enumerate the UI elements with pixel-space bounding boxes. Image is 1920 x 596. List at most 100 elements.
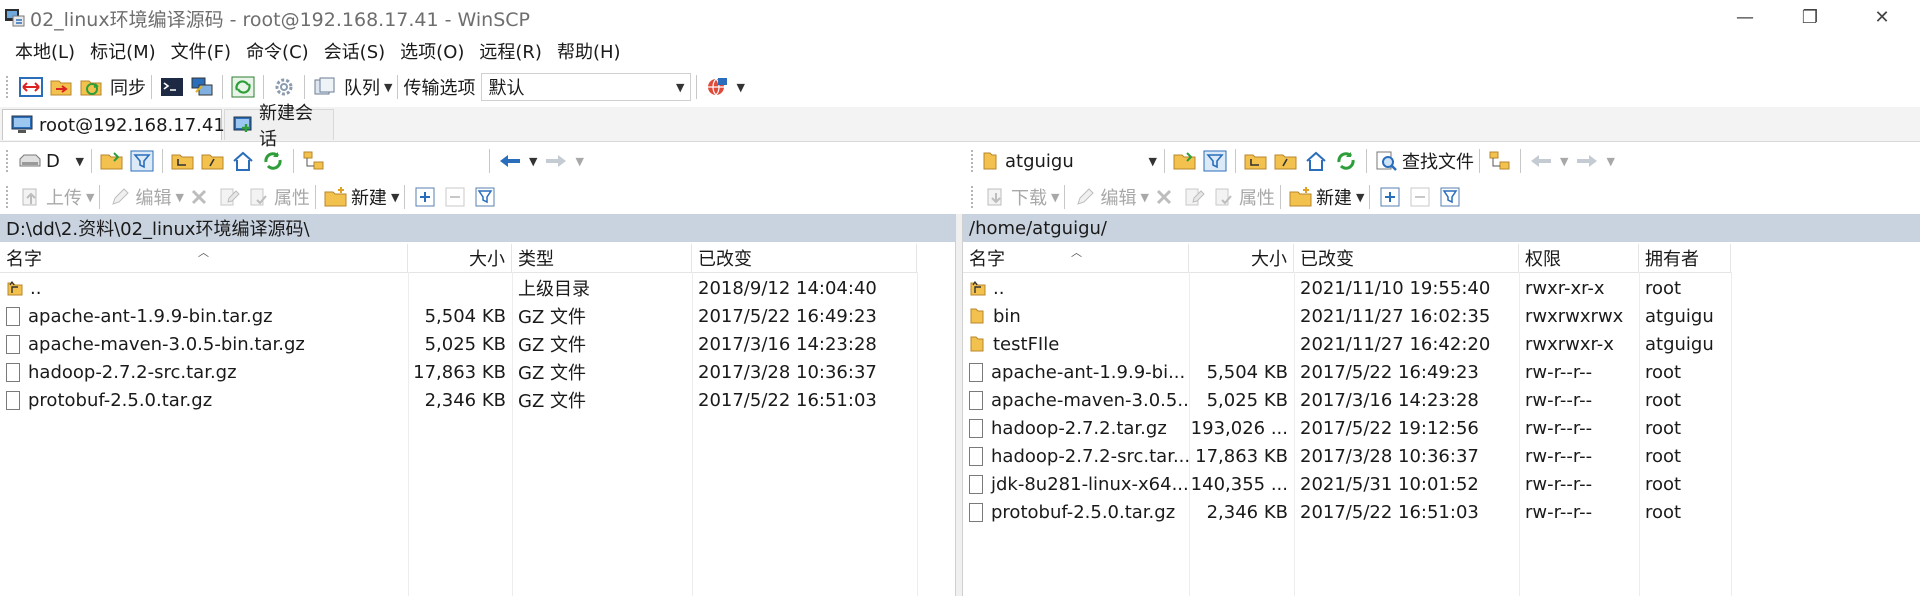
menu-help[interactable]: 帮助(H)	[547, 38, 626, 64]
table-row[interactable]: .. 2021/11/10 19:55:40 rwxr-xr-x root	[963, 274, 1731, 302]
column-header-modified[interactable]: 已改变	[692, 244, 917, 272]
upload-icon[interactable]	[18, 184, 44, 210]
minimize-button[interactable]: —	[1715, 0, 1775, 34]
table-row[interactable]: bin 2021/11/27 16:02:35 rwxrwxrwx atguigu	[963, 302, 1731, 330]
forward-dropdown-caret-icon[interactable]: ▼	[575, 155, 583, 168]
putty-icon[interactable]	[189, 74, 215, 100]
table-row[interactable]: jdk-8u281-linux-x64... 140,355 ... 2021/5/…	[963, 470, 1731, 498]
column-header-type[interactable]: 类型	[512, 244, 692, 272]
remote-folder-select[interactable]: atguigu ▼	[981, 147, 1159, 175]
parent-directory-icon[interactable]	[1243, 148, 1269, 174]
parent-directory-icon[interactable]	[170, 148, 196, 174]
new-dropdown-caret-icon[interactable]: ▼	[1356, 191, 1364, 204]
new-dropdown-caret-icon[interactable]: ▼	[391, 191, 399, 204]
new-button[interactable]: 新建	[1316, 184, 1352, 210]
filter-icon[interactable]	[1202, 148, 1228, 174]
preferences-gear-icon[interactable]	[271, 74, 297, 100]
home-icon[interactable]	[1303, 148, 1329, 174]
properties-icon[interactable]	[1211, 184, 1237, 210]
column-header-modified[interactable]: 已改变	[1294, 244, 1519, 272]
table-row[interactable]: testFIle 2021/11/27 16:42:20 rwxrwxr-x atgu…	[963, 330, 1731, 358]
table-row[interactable]: hadoop-2.7.2-src.tar... 17,863 KB 2017/3/2…	[963, 442, 1731, 470]
column-header-owner[interactable]: 拥有者	[1639, 244, 1731, 272]
rename-icon[interactable]	[216, 184, 242, 210]
terminal-icon[interactable]	[159, 74, 185, 100]
back-dropdown-caret-icon[interactable]: ▼	[1560, 155, 1568, 168]
table-row[interactable]: apache-maven-3.0.5-bin.tar.gz 5,025 KB GZ …	[0, 330, 917, 358]
find-files-button[interactable]: 查找文件	[1402, 148, 1474, 174]
edit-dropdown-caret-icon[interactable]: ▼	[1140, 191, 1148, 204]
tab-new-session[interactable]: 新建会话	[224, 103, 334, 150]
edit-icon[interactable]	[1072, 184, 1098, 210]
column-header-size[interactable]: 大小	[1189, 244, 1294, 272]
properties-button[interactable]: 属性	[1239, 184, 1275, 210]
properties-icon[interactable]	[246, 184, 272, 210]
tab-session-root[interactable]: root@192.168.17.41	[2, 109, 225, 140]
tree-view-icon[interactable]	[301, 148, 327, 174]
forward-arrow-icon[interactable]	[543, 148, 569, 174]
toolbar-grip[interactable]	[971, 150, 977, 172]
queue-icon[interactable]	[312, 74, 338, 100]
local-drive-select[interactable]: D ▼	[16, 147, 86, 175]
refresh-icon[interactable]	[260, 148, 286, 174]
menu-commands[interactable]: 命令(C)	[236, 38, 314, 64]
root-directory-icon[interactable]	[1273, 148, 1299, 174]
download-button[interactable]: 下载	[1011, 184, 1047, 210]
toolbar-grip[interactable]	[971, 186, 977, 208]
root-directory-icon[interactable]	[200, 148, 226, 174]
select-filter-icon[interactable]	[1437, 184, 1463, 210]
queue-dropdown-caret-icon[interactable]: ▼	[384, 81, 392, 94]
table-row[interactable]: hadoop-2.7.2.tar.gz 193,026 ... 2017/5/22 …	[963, 414, 1731, 442]
upload-dropdown-caret-icon[interactable]: ▼	[86, 191, 94, 204]
table-row[interactable]: apache-ant-1.9.9-bin.tar.gz 5,504 KB GZ 文件…	[0, 302, 917, 330]
open-directory-icon[interactable]	[99, 148, 125, 174]
new-folder-icon[interactable]	[1288, 184, 1314, 210]
select-all-plus-icon[interactable]	[412, 184, 438, 210]
home-icon[interactable]	[230, 148, 256, 174]
column-header-name[interactable]: 名字 ︿	[963, 244, 1189, 272]
table-row[interactable]: apache-maven-3.0.5... 5,025 KB 2017/3/16 1…	[963, 386, 1731, 414]
menu-files[interactable]: 文件(F)	[161, 38, 236, 64]
column-header-name[interactable]: 名字 ︿	[0, 244, 408, 272]
delete-icon[interactable]	[1151, 184, 1177, 210]
table-row[interactable]: hadoop-2.7.2-src.tar.gz 17,863 KB GZ 文件 201…	[0, 358, 917, 386]
edit-button[interactable]: 编辑	[135, 184, 171, 210]
refresh-icon[interactable]	[1333, 148, 1359, 174]
select-all-plus-icon[interactable]	[1377, 184, 1403, 210]
upload-button[interactable]: 上传	[46, 184, 82, 210]
properties-button[interactable]: 属性	[274, 184, 310, 210]
close-button[interactable]: ✕	[1852, 0, 1912, 34]
back-arrow-icon[interactable]	[497, 148, 523, 174]
open-directory-icon[interactable]	[1172, 148, 1198, 174]
refresh-remote-icon[interactable]	[230, 74, 256, 100]
delete-icon[interactable]	[186, 184, 212, 210]
compare-directories-icon[interactable]	[18, 74, 44, 100]
column-header-size[interactable]: 大小	[408, 244, 512, 272]
table-row[interactable]: protobuf-2.5.0.tar.gz 2,346 KB GZ 文件 2017/5…	[0, 386, 917, 414]
tree-view-icon[interactable]	[1487, 148, 1513, 174]
forward-dropdown-caret-icon[interactable]: ▼	[1606, 155, 1614, 168]
remote-path-bar[interactable]: /home/atguigu/	[963, 214, 1920, 242]
back-dropdown-caret-icon[interactable]: ▼	[529, 155, 537, 168]
menu-remote[interactable]: 远程(R)	[469, 38, 547, 64]
filter-icon[interactable]	[129, 148, 155, 174]
panel-splitter[interactable]	[955, 214, 963, 596]
sessions-globe-icon[interactable]	[704, 74, 730, 100]
toolbar-grip[interactable]	[6, 76, 12, 98]
menu-local[interactable]: 本地(L)	[0, 38, 80, 64]
menu-options[interactable]: 选项(O)	[390, 38, 469, 64]
toolbar-grip[interactable]	[6, 150, 12, 172]
restore-button[interactable]: ❐	[1780, 0, 1840, 34]
menu-session[interactable]: 会话(S)	[314, 38, 390, 64]
local-path-bar[interactable]: D:\dd\2.资料\02_linux环境编译源码\	[0, 214, 955, 242]
sessions-dropdown-caret-icon[interactable]: ▼	[736, 81, 744, 94]
transfer-preset-select[interactable]: 默认 ▼	[481, 73, 692, 101]
edit-dropdown-caret-icon[interactable]: ▼	[175, 191, 183, 204]
unselect-minus-icon[interactable]	[442, 184, 468, 210]
synchronize-button[interactable]: 同步	[110, 74, 146, 100]
menu-mark[interactable]: 标记(M)	[80, 38, 161, 64]
find-files-icon[interactable]	[1374, 148, 1400, 174]
download-icon[interactable]	[983, 184, 1009, 210]
back-arrow-icon[interactable]	[1528, 148, 1554, 174]
table-row[interactable]: apache-ant-1.9.9-bi... 5,504 KB 2017/5/22 …	[963, 358, 1731, 386]
